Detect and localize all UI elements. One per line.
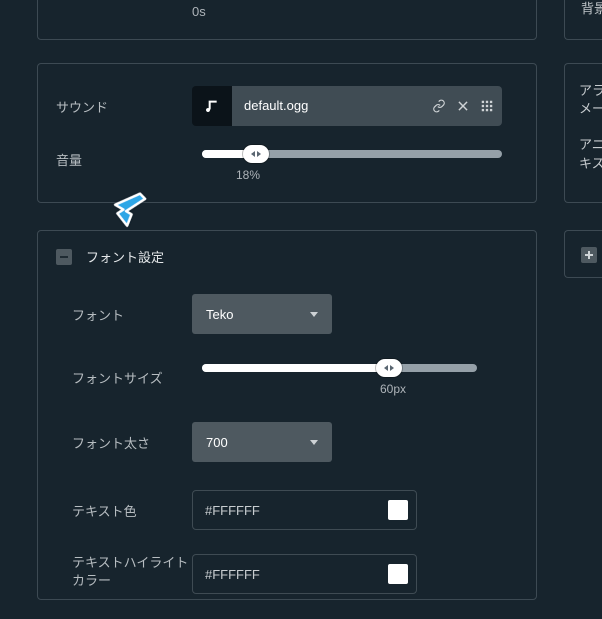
font-weight-label: フォント太さ — [56, 433, 192, 452]
font-size-slider[interactable] — [202, 364, 477, 372]
right-panel-1: 背景 — [564, 0, 602, 40]
highlight-color-value: #FFFFFF — [205, 567, 378, 582]
close-icon[interactable] — [456, 99, 470, 113]
text-color-swatch[interactable] — [388, 500, 408, 520]
plus-icon[interactable] — [581, 247, 597, 263]
volume-readout: 18% — [192, 168, 518, 182]
right-label-3b: キス — [579, 155, 602, 173]
text-color-value: #FFFFFF — [205, 503, 378, 518]
right-label-2a: アラ — [579, 82, 602, 100]
volume-slider[interactable] — [202, 150, 502, 158]
font-select-value: Teko — [206, 307, 233, 322]
sound-file-field[interactable]: default.ogg — [192, 86, 502, 126]
font-weight-value: 700 — [206, 435, 228, 450]
link-icon[interactable] — [432, 99, 446, 113]
font-weight-select[interactable]: 700 — [192, 422, 332, 462]
right-label-2b: メー — [579, 100, 602, 118]
font-label: フォント — [56, 305, 192, 324]
highlight-color-label: テキストハイライトカラー — [56, 554, 192, 589]
text-color-label: テキスト色 — [56, 501, 192, 520]
music-icon — [192, 86, 232, 126]
highlight-color-swatch[interactable] — [388, 564, 408, 584]
font-select[interactable]: Teko — [192, 294, 332, 334]
font-settings-title: フォント設定 — [86, 247, 164, 266]
grid-icon[interactable] — [480, 99, 494, 113]
volume-label: 音量 — [56, 150, 192, 169]
sound-label: サウンド — [56, 97, 192, 116]
text-color-input[interactable]: #FFFFFF — [192, 490, 417, 530]
right-panel-3 — [564, 230, 602, 278]
highlight-color-input[interactable]: #FFFFFF — [192, 554, 417, 594]
right-label-1: 背景 — [581, 0, 602, 17]
sound-panel: サウンド default.ogg 音量 — [37, 63, 537, 203]
timing-value: 0s — [192, 4, 518, 19]
sound-file-name: default.ogg — [232, 86, 432, 126]
chevron-down-icon — [310, 312, 318, 317]
timing-panel: 0s — [37, 0, 537, 40]
right-label-3a: アニ — [579, 136, 602, 154]
chevron-down-icon — [310, 440, 318, 445]
font-settings-panel: フォント設定 フォント Teko フォントサイズ 60px フォント太さ 700 — [37, 230, 537, 600]
font-size-label: フォントサイズ — [56, 364, 192, 387]
collapse-icon[interactable] — [56, 249, 72, 265]
font-size-readout: 60px — [192, 382, 518, 396]
right-panel-2: アラ メー アニ キス — [564, 63, 602, 203]
